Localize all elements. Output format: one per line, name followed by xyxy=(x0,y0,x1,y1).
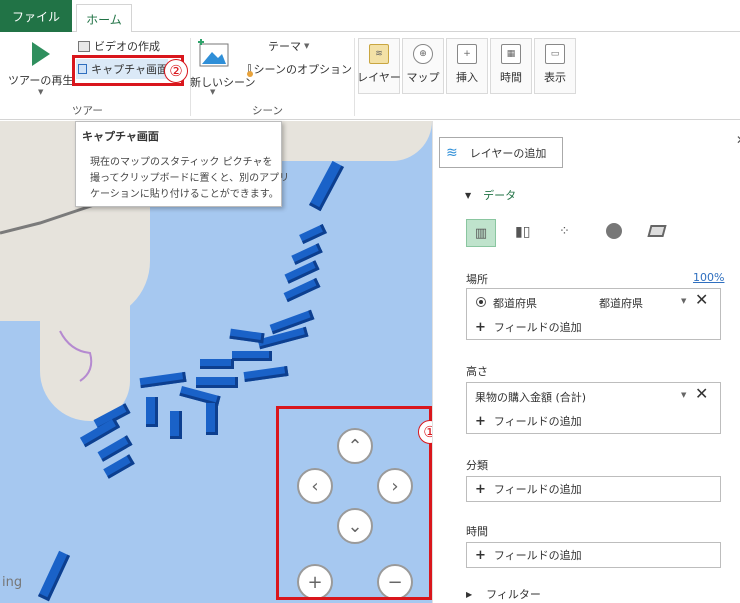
region-icon[interactable] xyxy=(647,225,667,237)
insert-button[interactable]: + 挿入 xyxy=(446,38,488,94)
dropdown-arrow-icon: ▼ xyxy=(38,88,44,96)
video-icon xyxy=(78,40,90,52)
plus-icon: + xyxy=(475,481,486,497)
insert-icon: + xyxy=(457,44,477,64)
height-field-box: 果物の購入金額 (合計) ▼ ✕ + フィールドの追加 xyxy=(466,382,721,434)
layer-stack-icon: ≋ xyxy=(446,144,458,161)
add-height-field[interactable]: + フィールドの追加 xyxy=(475,413,582,429)
location-field-name: 都道府県 xyxy=(493,297,537,310)
tour-play-button[interactable]: ツアーの再生 ▼ xyxy=(6,38,74,98)
new-scene-label: 新しいシーン xyxy=(190,76,256,89)
close-pane-icon[interactable]: ✕ xyxy=(736,133,740,147)
time-label: 時間 xyxy=(500,71,522,84)
scene-options-icon xyxy=(246,63,253,77)
new-scene-icon xyxy=(198,39,229,67)
annotation-box-navigation xyxy=(276,406,432,600)
tooltip-line-2: 撮ってクリップボードに置くと、別のアプリ xyxy=(90,173,290,184)
dropdown-arrow-icon[interactable]: ▼ xyxy=(681,391,686,399)
add-field-label: フィールドの追加 xyxy=(493,321,582,334)
add-layer-label: レイヤーの追加 xyxy=(469,146,547,160)
display-button[interactable]: ▭ 表示 xyxy=(534,38,576,94)
tab-file[interactable]: ファイル xyxy=(0,0,72,32)
location-percent[interactable]: 100% xyxy=(693,271,724,284)
add-field-label: フィールドの追加 xyxy=(493,549,582,562)
globe-icon: ⊕ xyxy=(413,44,433,64)
plus-icon: + xyxy=(475,413,486,429)
data-section-header[interactable]: ▼ データ xyxy=(465,187,516,203)
plus-icon: + xyxy=(475,319,486,335)
bar-shikoku-2 xyxy=(206,403,218,435)
map-button[interactable]: ⊕ マップ xyxy=(402,38,444,94)
dropdown-arrow-icon: ▼ xyxy=(210,88,216,96)
group-label-scene: シーン xyxy=(252,105,283,117)
filter-section-header[interactable]: ▶ フィルター xyxy=(466,586,541,602)
insert-label: 挿入 xyxy=(456,71,478,84)
dropdown-arrow-icon[interactable]: ▼ xyxy=(681,297,686,305)
display-icon: ▭ xyxy=(545,44,565,64)
add-field-label: フィールドの追加 xyxy=(493,415,582,428)
bar-kinki-1 xyxy=(200,359,234,369)
plus-icon: + xyxy=(475,547,486,563)
scene-options-label: シーンのオプション xyxy=(253,63,352,76)
remove-field-icon[interactable]: ✕ xyxy=(695,384,708,403)
tab-home[interactable]: ホーム xyxy=(76,4,132,33)
time-field-label: 時間 xyxy=(466,525,488,538)
location-type-select[interactable]: 都道府県 xyxy=(599,295,643,311)
tooltip-title: キャプチャ画面 xyxy=(82,130,159,143)
tooltip-line-3: ケーションに貼り付けることができます。 xyxy=(90,189,279,200)
tour-play-label: ツアーの再生 xyxy=(8,74,74,87)
create-video-label: ビデオの作成 xyxy=(94,40,160,53)
height-field-name: 果物の購入金額 (合計) xyxy=(475,391,587,404)
expand-triangle-icon: ▶ xyxy=(466,589,473,599)
heatmap-icon[interactable] xyxy=(606,223,622,239)
add-field-label: フィールドの追加 xyxy=(493,483,582,496)
clustered-column-icon[interactable]: ▮▯ xyxy=(515,224,530,240)
new-scene-button[interactable]: 新しいシーン ▼ xyxy=(190,38,255,100)
remove-field-icon[interactable]: ✕ xyxy=(695,290,708,309)
filter-label: フィルター xyxy=(486,588,541,601)
layer-button[interactable]: ≋ レイヤー xyxy=(357,38,401,94)
scene-options-button[interactable]: シーンのオプション xyxy=(246,60,352,78)
location-field-box: 都道府県 都道府県 ▼ ✕ + フィールドの追加 xyxy=(466,288,721,340)
layer-pane: ≋ レイヤーの追加 ▼ データ ▥ ▮▯ ⁘ 場所 100% 都道府県 都道府県… xyxy=(432,121,740,603)
radio-icon[interactable] xyxy=(476,297,486,307)
bar-chubu-2 xyxy=(232,351,272,361)
add-category-field[interactable]: + フィールドの追加 xyxy=(466,476,721,502)
map-watermark: ing xyxy=(2,575,23,590)
add-time-field[interactable]: + フィールドの追加 xyxy=(466,542,721,568)
add-layer-button[interactable]: ≋ レイヤーの追加 xyxy=(439,137,563,168)
data-header-label: データ xyxy=(483,189,517,202)
category-label: 分類 xyxy=(466,459,488,472)
layer-icon: ≋ xyxy=(369,44,389,64)
stacked-column-type-button[interactable]: ▥ xyxy=(466,219,496,247)
location-label: 場所 xyxy=(466,273,488,286)
create-video-button[interactable]: ビデオの作成 xyxy=(78,37,168,55)
time-button[interactable]: ▦ 時間 xyxy=(490,38,532,94)
stacked-column-icon: ▥ xyxy=(474,225,488,241)
theme-label: テーマ xyxy=(268,40,301,53)
capture-tooltip: キャプチャ画面 現在のマップのスタティック ピクチャを 撮ってクリップボードに置… xyxy=(75,121,289,207)
height-label: 高さ xyxy=(466,365,488,378)
group-label-tour: ツアー xyxy=(72,105,103,117)
tooltip-line-1: 現在のマップのスタティック ピクチャを xyxy=(90,157,273,168)
calendar-icon: ▦ xyxy=(501,44,521,64)
dropdown-arrow-icon: ▼ xyxy=(304,42,310,50)
theme-button[interactable]: テーマ ▼ xyxy=(268,38,338,54)
group-separator xyxy=(354,38,355,116)
map-label: マップ xyxy=(406,71,440,84)
bar-chugoku-2 xyxy=(146,397,158,427)
bar-kinki-2 xyxy=(196,377,238,388)
collapse-triangle-icon: ▼ xyxy=(465,190,472,200)
annotation-badge-2: ② xyxy=(164,59,188,83)
play-icon xyxy=(32,42,50,66)
bubble-icon[interactable]: ⁘ xyxy=(559,224,570,239)
add-location-field[interactable]: + フィールドの追加 xyxy=(475,319,582,335)
layer-label: レイヤー xyxy=(357,71,401,84)
display-label: 表示 xyxy=(544,71,566,84)
bar-shikoku-1 xyxy=(170,411,182,439)
